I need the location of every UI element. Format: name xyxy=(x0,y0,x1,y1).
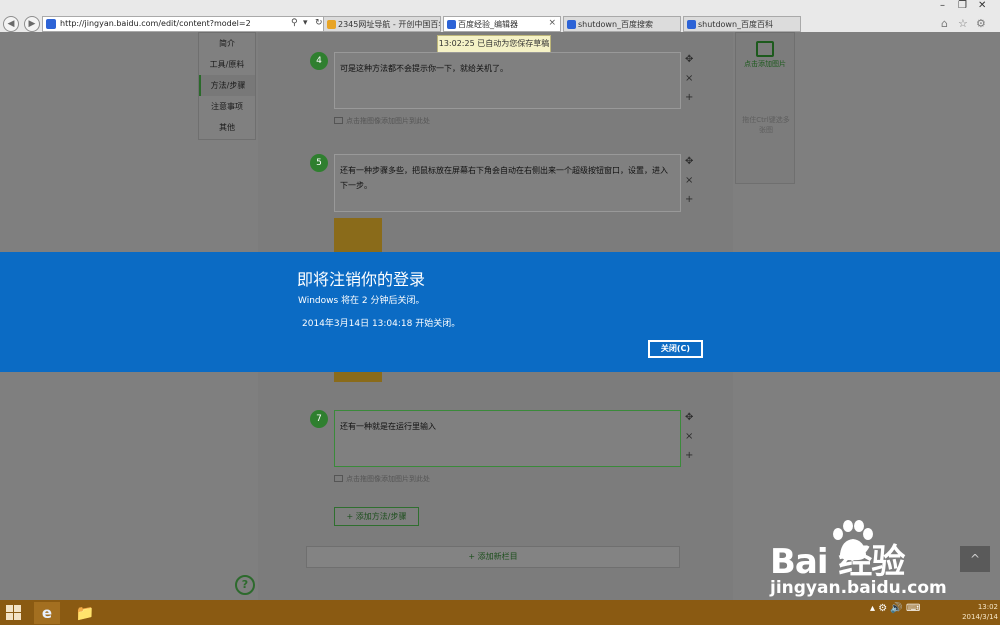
tab-2345[interactable]: 2345网址导航 - 开创中国百年... xyxy=(323,16,441,32)
drag-hint: 拖住Ctrl键选多张图 xyxy=(742,116,790,134)
close-window-icon[interactable]: ✕ xyxy=(978,0,986,11)
logoff-dialog: 即将注销你的登录 Windows 将在 2 分钟后关闭。 2014年3月14日 … xyxy=(0,252,1000,372)
image-drop-hint-label: 点击拖图像添加图片到此处 xyxy=(346,475,430,483)
step-number: 7 xyxy=(310,410,328,428)
move-icon[interactable]: ✥ xyxy=(685,54,693,65)
system-tray: ▴ ⚙ 🔊 ⌨ xyxy=(870,603,920,614)
step-text-field[interactable]: 还有一种就是在运行里输入 xyxy=(334,410,681,467)
side-menu-item-steps[interactable]: 方法/步骤 xyxy=(199,75,255,96)
step-image-thumbnail[interactable] xyxy=(334,218,382,252)
tab-favicon-icon xyxy=(687,20,696,29)
forward-button[interactable]: ▶ xyxy=(24,16,40,32)
taskbar-clock[interactable]: 13:02 2014/3/14 xyxy=(958,602,998,622)
tab-label: shutdown_百度搜索 xyxy=(578,20,654,29)
add-step-button[interactable]: + 添加方法/步骤 xyxy=(334,507,419,526)
file-explorer-icon[interactable]: 📁 xyxy=(72,602,98,624)
taskbar: e 📁 ▴ ⚙ 🔊 ⌨ 13:02 2014/3/14 xyxy=(0,600,1000,625)
add-icon[interactable]: + xyxy=(685,92,693,103)
tab-close-icon[interactable]: × xyxy=(548,18,556,28)
back-button[interactable]: ◀ xyxy=(3,16,19,32)
watermark-url: jingyan.baidu.com xyxy=(770,578,947,598)
search-icon[interactable]: ⚲ xyxy=(291,18,298,28)
site-favicon-icon xyxy=(46,19,56,29)
dialog-message: Windows 将在 2 分钟后关闭。 xyxy=(298,296,425,306)
gear-icon[interactable]: ⚙ xyxy=(976,17,986,30)
side-menu-item-tools[interactable]: 工具/原料 xyxy=(199,54,255,75)
image-drop-hint-label: 点击拖图像添加图片到此处 xyxy=(346,117,430,125)
keyboard-icon[interactable]: ⌨ xyxy=(906,603,920,614)
step-7: 7 还有一种就是在运行里输入 ✥ × + 点击拖图像添加图片到此处 xyxy=(310,410,700,490)
tab-label: 百度经验_编辑器 xyxy=(458,20,518,29)
tab-favicon-icon xyxy=(447,20,456,29)
baidu-jingyan-watermark: Bai 经验 jingyan.baidu.com xyxy=(770,520,980,600)
watermark-brand: Bai 经验 xyxy=(770,542,905,582)
windows-start-icon[interactable] xyxy=(6,605,22,621)
side-menu-item-intro[interactable]: 简介 xyxy=(199,33,255,54)
help-icon[interactable]: ? xyxy=(235,575,255,595)
dropdown-icon[interactable]: ▾ xyxy=(303,18,308,28)
clock-date: 2014/3/14 xyxy=(962,613,998,621)
tab-editor[interactable]: 百度经验_编辑器 × xyxy=(443,16,561,32)
step-text-field[interactable]: 还有一种步骤多些，把鼠标放在屏幕右下角会自动在右侧出来一个超级按钮窗口，设置，进… xyxy=(334,154,681,212)
image-panel: 点击添加图片 拖住Ctrl键选多张图 xyxy=(735,32,795,184)
side-menu-item-other[interactable]: 其他 xyxy=(199,117,255,138)
step-4: 4 可是这种方法都不会提示你一下，就给关机了。 ✥ × + 点击拖图像添加图片到… xyxy=(310,52,700,152)
move-icon[interactable]: ✥ xyxy=(685,412,693,423)
address-bar[interactable]: http://jingyan.baidu.com/edit/content?mo… xyxy=(42,16,332,32)
network-icon[interactable]: ⚙ xyxy=(878,603,887,614)
tab-shutdown-baike[interactable]: shutdown_百度百科 xyxy=(683,16,801,32)
autosave-tooltip: 13:02:25 已自动为您保存草稿 xyxy=(437,35,551,53)
image-icon xyxy=(334,117,343,124)
tray-arrow-icon[interactable]: ▴ xyxy=(870,603,875,614)
dialog-title: 即将注销你的登录 xyxy=(297,270,426,289)
tab-shutdown-search[interactable]: shutdown_百度搜索 xyxy=(563,16,681,32)
add-image-icon xyxy=(756,41,774,57)
move-icon[interactable]: ✥ xyxy=(685,156,693,167)
address-url: http://jingyan.baidu.com/edit/content?mo… xyxy=(60,19,251,28)
tab-label: shutdown_百度百科 xyxy=(698,20,774,29)
image-drop-hint[interactable]: 点击拖图像添加图片到此处 xyxy=(334,474,430,484)
clock-time: 13:02 xyxy=(977,603,998,611)
minimize-icon[interactable]: – xyxy=(940,0,945,11)
internet-explorer-icon[interactable]: e xyxy=(34,602,60,624)
delete-icon[interactable]: × xyxy=(685,73,693,84)
step-image-thumbnail[interactable] xyxy=(334,372,382,382)
close-button[interactable]: 关闭(C) xyxy=(648,340,703,358)
restore-icon[interactable]: ❐ xyxy=(958,0,967,11)
browser-chrome: ◀ ▶ http://jingyan.baidu.com/edit/conten… xyxy=(0,0,1000,32)
add-image-button[interactable]: 点击添加图片 xyxy=(736,41,794,69)
dialog-time-message: 2014年3月14日 13:04:18 开始关闭。 xyxy=(302,319,461,329)
refresh-icon[interactable]: ↻ xyxy=(315,18,323,28)
step-number: 5 xyxy=(310,154,328,172)
step-5: 5 还有一种步骤多些，把鼠标放在屏幕右下角会自动在右侧出来一个超级按钮窗口，设置… xyxy=(310,154,700,214)
tab-label: 2345网址导航 - 开创中国百年... xyxy=(338,20,440,29)
delete-icon[interactable]: × xyxy=(685,175,693,186)
add-image-label: 点击添加图片 xyxy=(744,60,786,68)
tab-favicon-icon xyxy=(327,20,336,29)
delete-icon[interactable]: × xyxy=(685,431,693,442)
side-menu-item-notes[interactable]: 注意事项 xyxy=(199,96,255,117)
tab-favicon-icon xyxy=(567,20,576,29)
home-icon[interactable]: ⌂ xyxy=(941,17,948,30)
step-number: 4 xyxy=(310,52,328,70)
image-icon xyxy=(334,475,343,482)
add-icon[interactable]: + xyxy=(685,450,693,461)
favorites-star-icon[interactable]: ☆ xyxy=(958,17,968,30)
add-icon[interactable]: + xyxy=(685,194,693,205)
step-text-field[interactable]: 可是这种方法都不会提示你一下，就给关机了。 xyxy=(334,52,681,109)
image-drop-hint[interactable]: 点击拖图像添加图片到此处 xyxy=(334,116,430,126)
section-side-menu: 简介 工具/原料 方法/步骤 注意事项 其他 xyxy=(198,32,256,140)
add-section-button[interactable]: + 添加新栏目 xyxy=(306,546,680,568)
volume-icon[interactable]: 🔊 xyxy=(890,603,902,614)
